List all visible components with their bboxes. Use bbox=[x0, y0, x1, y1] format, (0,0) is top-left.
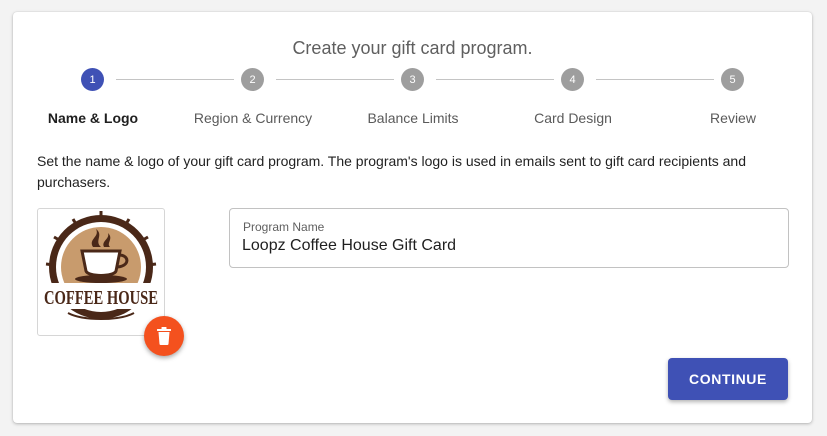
stepper: 1 2 3 4 5 Name & Logo Region & Currency … bbox=[13, 68, 812, 128]
page-title: Create your gift card program. bbox=[292, 38, 533, 58]
delete-logo-button[interactable] bbox=[144, 316, 184, 356]
step-2-number[interactable]: 2 bbox=[241, 68, 264, 91]
step-3-number[interactable]: 3 bbox=[401, 68, 424, 91]
coffee-cup-logo: COFFEE HOUSE bbox=[42, 211, 160, 320]
step-connector bbox=[276, 79, 394, 80]
step-4-number[interactable]: 4 bbox=[561, 68, 584, 91]
trash-icon bbox=[157, 327, 171, 345]
wizard-card: Create your gift card program. 1 2 3 4 5… bbox=[13, 12, 812, 423]
logo-preview[interactable]: COFFEE HOUSE bbox=[37, 208, 165, 336]
step-connector bbox=[436, 79, 554, 80]
program-name-input[interactable] bbox=[242, 235, 762, 257]
program-name-field[interactable]: Program Name bbox=[229, 208, 789, 268]
step-5-number[interactable]: 5 bbox=[721, 68, 744, 91]
step-2-label[interactable]: Region & Currency bbox=[173, 110, 333, 126]
step-connector bbox=[596, 79, 714, 80]
step-4-label[interactable]: Card Design bbox=[493, 110, 653, 126]
form-description: Set the name & logo of your gift card pr… bbox=[37, 153, 747, 190]
program-name-label: Program Name bbox=[243, 220, 325, 234]
logo-text: COFFEE HOUSE bbox=[44, 287, 158, 309]
step-1-label[interactable]: Name & Logo bbox=[13, 110, 173, 126]
step-1-number[interactable]: 1 bbox=[81, 68, 104, 91]
step-3-label[interactable]: Balance Limits bbox=[333, 110, 493, 126]
continue-button[interactable]: CONTINUE bbox=[668, 358, 788, 400]
step-connector bbox=[116, 79, 234, 80]
step-5-label[interactable]: Review bbox=[653, 110, 813, 126]
